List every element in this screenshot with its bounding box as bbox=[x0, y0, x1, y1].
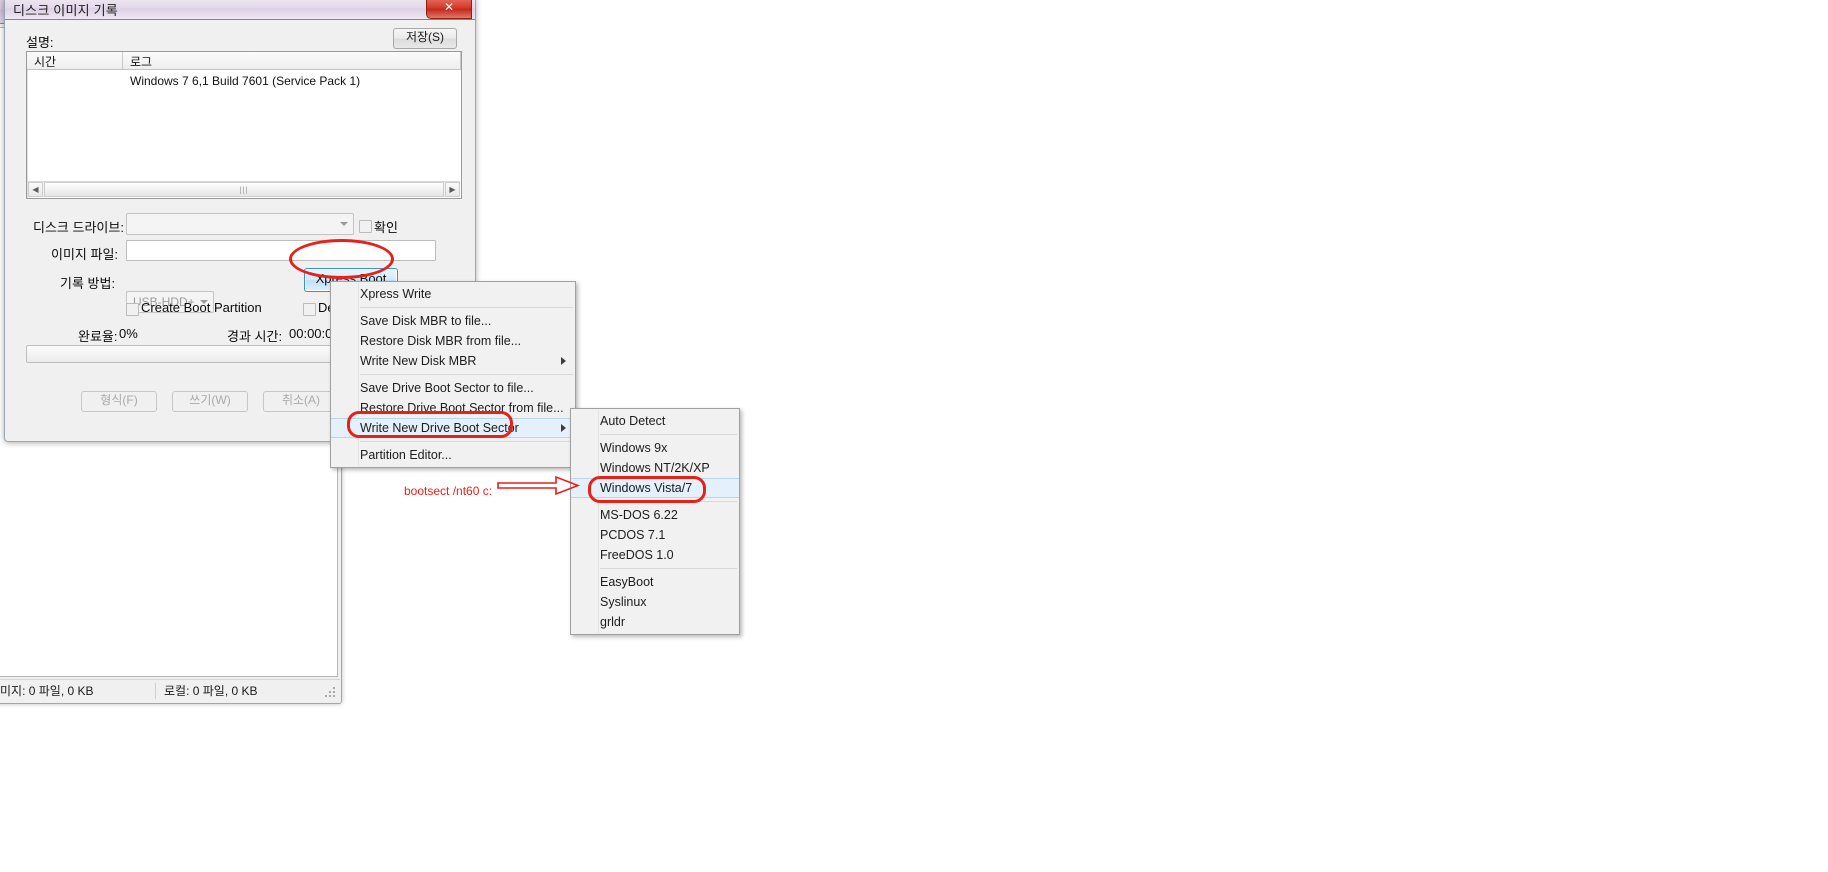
close-button[interactable]: ✕ bbox=[426, 0, 472, 19]
scroll-right-icon[interactable]: ▶ bbox=[445, 182, 460, 197]
boot-sector-type-submenu[interactable]: Auto Detect Windows 9x Windows NT/2K/XP … bbox=[570, 408, 740, 635]
dialog-titlebar[interactable]: 디스크 이미지 기록 ✕ bbox=[5, 0, 475, 20]
menu-separator-1 bbox=[360, 307, 573, 308]
menu-item-save-disk-mbr[interactable]: Save Disk MBR to file... bbox=[331, 311, 575, 331]
submenu-item-pcdos-71[interactable]: PCDOS 7.1 bbox=[571, 525, 739, 545]
submenu-item-easyboot[interactable]: EasyBoot bbox=[571, 572, 739, 592]
menu-item-restore-drive-boot-sector[interactable]: Restore Drive Boot Sector from file... bbox=[331, 398, 575, 418]
main-window-statusbar: 미지: 0 파일, 0 KB 로컬: 0 파일, 0 KB bbox=[0, 679, 340, 702]
cancel-button[interactable]: 취소(A) bbox=[263, 391, 339, 412]
verify-checkbox[interactable] bbox=[359, 220, 372, 233]
submenu-separator-1 bbox=[600, 434, 737, 435]
resize-grip-icon[interactable] bbox=[325, 687, 337, 699]
submenu-item-freedos-10[interactable]: FreeDOS 1.0 bbox=[571, 545, 739, 565]
submenu-separator-2 bbox=[600, 501, 737, 502]
submenu-item-windows-nt2kxp[interactable]: Windows NT/2K/XP bbox=[571, 458, 739, 478]
image-file-label: 이미지 파일: bbox=[51, 247, 119, 262]
submenu-item-grldr[interactable]: grldr bbox=[571, 612, 739, 632]
log-horizontal-scrollbar[interactable]: ◀ ||| ▶ bbox=[28, 181, 460, 197]
dialog-title: 디스크 이미지 기록 bbox=[13, 3, 118, 18]
submenu-item-auto-detect[interactable]: Auto Detect bbox=[571, 411, 739, 431]
chevron-right-icon-2 bbox=[561, 424, 566, 432]
log-column-time: 시간 bbox=[34, 55, 57, 69]
annotation-command-text: bootsect /nt60 c: bbox=[404, 484, 493, 498]
submenu-item-syslinux[interactable]: Syslinux bbox=[571, 592, 739, 612]
chevron-down-icon[interactable] bbox=[335, 215, 352, 233]
menu-item-restore-disk-mbr[interactable]: Restore Disk MBR from file... bbox=[331, 331, 575, 351]
menu-separator-3 bbox=[360, 441, 573, 442]
disk-drive-select[interactable] bbox=[126, 213, 354, 235]
verify-checkbox-label: 확인 bbox=[374, 220, 398, 235]
write-method-label: 기록 방법: bbox=[60, 276, 116, 291]
progress-percent-label: 완료율: bbox=[78, 329, 118, 344]
menu-item-write-new-drive-boot-sector[interactable]: Write New Drive Boot Sector bbox=[331, 418, 575, 438]
xpress-boot-context-menu[interactable]: Xpress Write Save Disk MBR to file... Re… bbox=[330, 281, 576, 468]
description-label: 설명: bbox=[26, 35, 54, 50]
status-local-info: 로컬: 0 파일, 0 KB bbox=[164, 684, 258, 698]
menu-item-write-new-disk-mbr[interactable]: Write New Disk MBR bbox=[331, 351, 575, 371]
deep-checkbox[interactable] bbox=[303, 303, 316, 316]
format-button[interactable]: 형식(F) bbox=[81, 391, 157, 412]
menu-item-save-drive-boot-sector[interactable]: Save Drive Boot Sector to file... bbox=[331, 378, 575, 398]
scrollbar-thumb[interactable]: ||| bbox=[44, 182, 444, 197]
log-header: 시간 로그 bbox=[27, 52, 461, 70]
create-boot-partition-checkbox[interactable] bbox=[126, 303, 139, 316]
menu-item-xpress-write[interactable]: Xpress Write bbox=[331, 284, 575, 304]
log-column-message: 로그 bbox=[130, 55, 153, 69]
submenu-item-msdos-622[interactable]: MS-DOS 6.22 bbox=[571, 505, 739, 525]
image-file-input[interactable] bbox=[126, 240, 436, 261]
scroll-left-icon[interactable]: ◀ bbox=[28, 182, 43, 197]
menu-item-partition-editor[interactable]: Partition Editor... bbox=[331, 445, 575, 465]
save-button[interactable]: 저장(S) bbox=[393, 28, 457, 49]
log-row-message: Windows 7 6,1 Build 7601 (Service Pack 1… bbox=[130, 74, 361, 88]
status-image-info: 미지: 0 파일, 0 KB bbox=[0, 683, 156, 699]
disk-drive-label: 디스크 드라이브: bbox=[33, 220, 124, 235]
submenu-item-windows-9x[interactable]: Windows 9x bbox=[571, 438, 739, 458]
progress-percent-value: 0% bbox=[119, 326, 138, 341]
menu-item-write-new-disk-mbr-label: Write New Disk MBR bbox=[360, 354, 477, 368]
menu-item-write-new-drive-boot-sector-label: Write New Drive Boot Sector bbox=[360, 421, 519, 435]
create-boot-partition-label: Create Boot Partition bbox=[141, 300, 262, 315]
chevron-right-icon bbox=[561, 357, 566, 365]
menu-separator-2 bbox=[360, 374, 573, 375]
submenu-item-windows-vista-7[interactable]: Windows Vista/7 bbox=[571, 478, 739, 498]
write-button[interactable]: 쓰기(W) bbox=[172, 391, 248, 412]
elapsed-time-label: 경과 시간: bbox=[227, 329, 283, 344]
log-panel: 시간 로그 Windows 7 6,1 Build 7601 (Service … bbox=[26, 51, 462, 199]
submenu-separator-3 bbox=[600, 568, 737, 569]
